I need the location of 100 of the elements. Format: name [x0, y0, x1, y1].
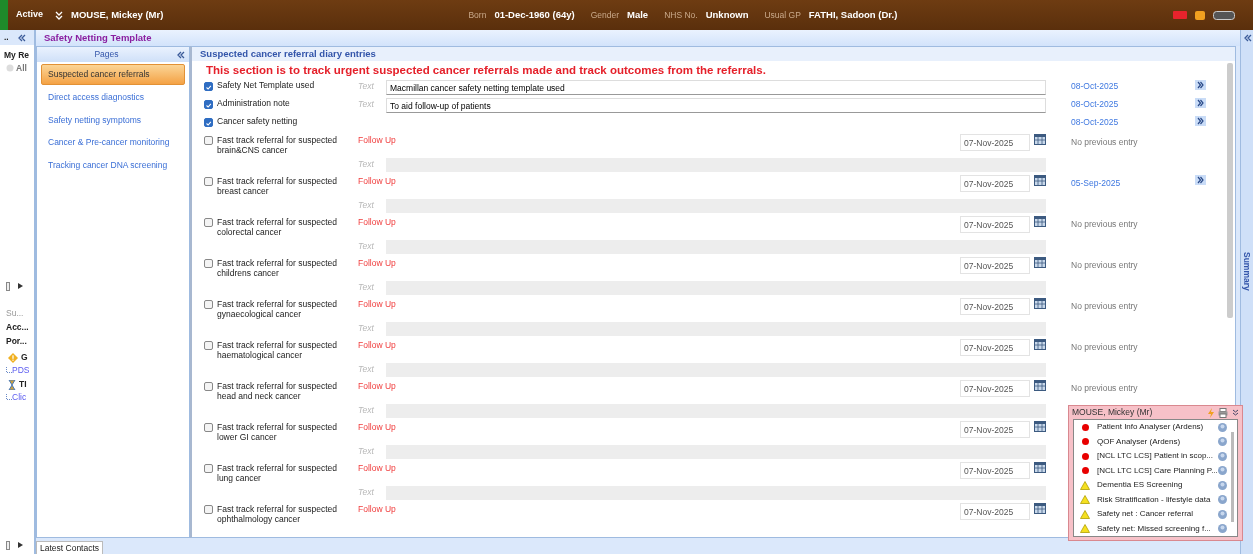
text-field[interactable]: To aid follow-up of patients: [386, 98, 1046, 113]
field-label: Born: [468, 8, 487, 22]
entry-label: Safety Net Template used: [217, 80, 316, 91]
info-icon[interactable]: [1218, 495, 1227, 505]
field-value: FATHI, Sadoon (Dr.): [808, 7, 898, 22]
follow-up-label: Follow Up: [358, 503, 396, 516]
calendar-icon[interactable]: [1034, 257, 1046, 268]
checkbox[interactable]: [204, 136, 213, 145]
checkbox[interactable]: [204, 505, 213, 514]
info-icon[interactable]: [1218, 524, 1227, 534]
text-field[interactable]: Macmillan cancer safety netting template used: [386, 80, 1046, 95]
scroll-handle-icon[interactable]: [6, 540, 10, 550]
page-link[interactable]: Direct access diagnostics: [41, 86, 185, 108]
alert-label[interactable]: Safety net: Missed screening f...: [1097, 522, 1218, 535]
alert-label[interactable]: Safety net : Cancer referral: [1097, 508, 1218, 521]
warning-icon: [8, 352, 18, 363]
alert-label[interactable]: Dementia ES Screening: [1097, 479, 1218, 492]
history-button[interactable]: [1195, 175, 1206, 185]
hourglass-icon: [8, 379, 16, 390]
tree-line-icon: [6, 367, 12, 373]
double-chevron-icon: [1197, 176, 1204, 184]
info-icon[interactable]: [1218, 509, 1227, 519]
history-button[interactable]: [1195, 116, 1206, 126]
follow-up-label: Follow Up: [358, 298, 396, 311]
scrollbar[interactable]: [1227, 63, 1233, 318]
tree-node[interactable]: PDS: [12, 363, 30, 377]
calendar-icon[interactable]: [1034, 462, 1046, 473]
checkbox[interactable]: [204, 218, 213, 227]
date-field[interactable]: 07-Nov-2025: [960, 257, 1030, 274]
checkbox[interactable]: [204, 177, 213, 186]
tree-node[interactable]: G: [21, 351, 28, 364]
scrollbar[interactable]: [1231, 432, 1234, 522]
history-button[interactable]: [1195, 80, 1206, 90]
date-field[interactable]: 07-Nov-2025: [960, 339, 1030, 356]
collapse-icon[interactable]: [16, 33, 26, 42]
date-field[interactable]: 07-Nov-2025: [960, 421, 1030, 438]
previous-entry[interactable]: 08-Oct-2025: [1071, 99, 1119, 109]
panel-heading: My Re: [3, 49, 31, 62]
page-link[interactable]: Cancer & Pre-cancer monitoring: [41, 132, 185, 153]
entry-label: Administration note: [217, 98, 291, 109]
notice-text: This section is to track urgent suspected cancer referrals made and track outcomes from the referrals.: [205, 63, 767, 78]
field-label: Text: [358, 446, 374, 456]
entry-label: Fast track referral for suspected ophthalmology cancer: [217, 504, 338, 524]
right-arrow-icon[interactable]: [18, 283, 23, 289]
checkbox[interactable]: [204, 341, 213, 350]
calendar-icon[interactable]: [1034, 421, 1046, 432]
chevron-icon[interactable]: [1232, 409, 1239, 416]
info-icon[interactable]: [1218, 422, 1227, 432]
checkbox[interactable]: [204, 82, 213, 91]
scroll-handle-icon[interactable]: [6, 281, 10, 291]
date-field[interactable]: 07-Nov-2025: [960, 462, 1030, 479]
checkbox[interactable]: [204, 464, 213, 473]
info-icon[interactable]: [1218, 437, 1227, 447]
previous-entry[interactable]: 05-Sep-2025: [1071, 178, 1121, 188]
tree-node[interactable]: Clic: [12, 390, 27, 404]
calendar-icon[interactable]: [1034, 298, 1046, 309]
checkbox[interactable]: [204, 423, 213, 432]
calendar-icon[interactable]: [1034, 503, 1046, 514]
date-field[interactable]: 07-Nov-2025: [960, 134, 1030, 151]
info-icon[interactable]: [1218, 451, 1227, 461]
checkbox[interactable]: [204, 259, 213, 268]
tab[interactable]: Latest Contacts: [36, 541, 104, 554]
info-icon[interactable]: [1218, 466, 1227, 476]
panel-item: Por...: [5, 335, 28, 348]
calendar-icon[interactable]: [1034, 216, 1046, 227]
double-chevron-icon: [1197, 99, 1204, 107]
alert-label[interactable]: QOF Analyser (Ardens): [1097, 435, 1218, 448]
collapse-icon[interactable]: [1242, 34, 1252, 42]
alert-label[interactable]: [NCL LTC LCS] Patient in scop...: [1097, 450, 1218, 463]
calendar-icon[interactable]: [1034, 175, 1046, 186]
history-button[interactable]: [1195, 98, 1206, 108]
calendar-icon[interactable]: [1034, 339, 1046, 350]
date-field[interactable]: 07-Nov-2025: [960, 503, 1030, 520]
collapse-icon[interactable]: [176, 50, 185, 59]
calendar-icon[interactable]: [1034, 134, 1046, 145]
field-label: Text: [358, 200, 374, 210]
info-icon[interactable]: [1218, 480, 1227, 490]
date-field[interactable]: 07-Nov-2025: [960, 380, 1030, 397]
alert-label[interactable]: [NCL LTC LCS] Care Planning P...: [1097, 464, 1218, 477]
field-value: Unknown: [705, 7, 749, 22]
checkbox[interactable]: [204, 100, 213, 109]
page-link[interactable]: Suspected cancer referrals: [41, 64, 185, 85]
alert-label[interactable]: Risk Stratification - lifestyle data: [1097, 493, 1218, 506]
summary-tab[interactable]: Summary: [1240, 252, 1253, 291]
date-field[interactable]: 07-Nov-2025: [960, 216, 1030, 233]
page-link[interactable]: Tracking cancer DNA screening: [41, 155, 185, 176]
calendar-icon[interactable]: [1034, 380, 1046, 391]
previous-entry[interactable]: 08-Oct-2025: [1071, 117, 1119, 127]
alert-label[interactable]: Patient Info Analyser (Ardens): [1097, 421, 1218, 434]
tree-node[interactable]: TI: [19, 378, 27, 391]
checkbox[interactable]: [204, 118, 213, 127]
checkbox[interactable]: [204, 300, 213, 309]
printer-icon[interactable]: [1218, 407, 1228, 418]
double-chevron-icon[interactable]: [55, 10, 63, 20]
date-field[interactable]: 07-Nov-2025: [960, 175, 1030, 192]
date-field[interactable]: 07-Nov-2025: [960, 298, 1030, 315]
checkbox[interactable]: [204, 382, 213, 391]
previous-entry[interactable]: 08-Oct-2025: [1071, 81, 1119, 91]
page-link[interactable]: Safety netting symptoms: [41, 109, 185, 131]
right-arrow-icon[interactable]: [18, 542, 23, 548]
